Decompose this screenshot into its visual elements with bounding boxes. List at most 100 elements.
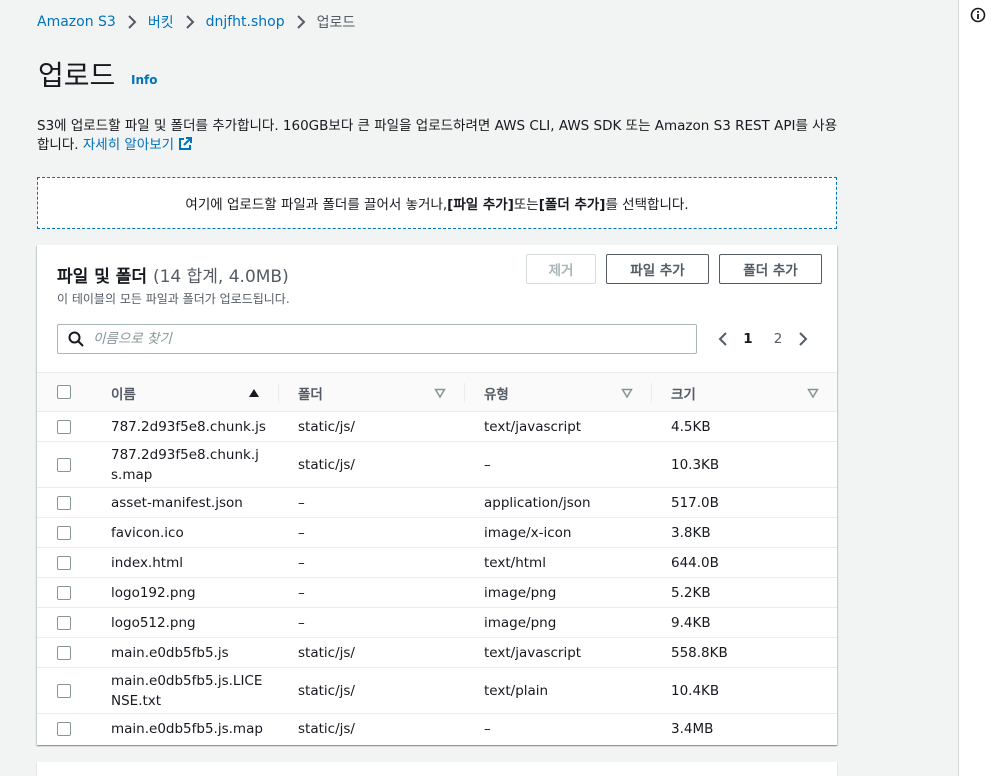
help-panel-rail: [958, 0, 998, 776]
dropzone-text-after: 를 선택합니다.: [605, 197, 689, 213]
cell-type: image/png: [484, 584, 557, 601]
panel-title-text: 파일 및 폴더: [57, 267, 148, 287]
cell-folder: static/js/: [298, 682, 355, 699]
cell-type: text/plain: [484, 682, 549, 699]
sort-icon[interactable]: [434, 387, 446, 399]
cell-name: main.e0db5fb5.js.LICENSE.txt: [111, 672, 263, 709]
chevron-right-icon: [799, 332, 808, 346]
table-row[interactable]: logo512.png – image/png 9.4KB: [37, 608, 837, 638]
table-row[interactable]: index.html – text/html 644.0B: [37, 548, 837, 578]
cell-type: text/javascript: [484, 644, 582, 661]
files-and-folders-panel: 파일 및 폴더 (14 합계, 4.0MB) 이 테이블의 모든 파일과 폴더가…: [37, 245, 837, 745]
table-row[interactable]: main.e0db5fb5.js.map static/js/ – 3.4MB: [37, 714, 837, 744]
sort-icon[interactable]: [621, 387, 633, 399]
breadcrumb-bucket-name[interactable]: dnjfht.shop: [206, 14, 285, 30]
upload-dropzone[interactable]: 여기에 업로드할 파일과 폴더를 끌어서 놓거나, [파일 추가] 또는 [폴더…: [37, 177, 837, 229]
column-header-folder[interactable]: 폴더: [298, 373, 323, 412]
table-row[interactable]: logo192.png – image/png 5.2KB: [37, 578, 837, 608]
cell-folder: static/js/: [298, 721, 355, 737]
cell-type: application/json: [484, 494, 591, 511]
cell-folder: –: [298, 494, 305, 511]
pagination: 1 2: [713, 328, 813, 350]
add-folder-button[interactable]: 폴더 추가: [719, 254, 822, 284]
page-description: S3에 업로드할 파일 및 폴더를 추가합니다. 160GB보다 큰 파일을 업…: [37, 117, 837, 157]
column-divider[interactable]: [464, 383, 465, 403]
table-row[interactable]: 787.2d93f5e8.chunk.js.map static/js/ – 1…: [37, 442, 837, 488]
page-1-button[interactable]: 1: [733, 331, 763, 347]
cell-size: 3.8KB: [671, 524, 711, 541]
cell-size: 558.8KB: [671, 644, 728, 661]
table-row[interactable]: asset-manifest.json – application/json 5…: [37, 488, 837, 518]
sort-ascending-icon[interactable]: [248, 387, 260, 399]
learn-more-link[interactable]: 자세히 알아보기: [83, 137, 193, 153]
dropzone-add-files: [파일 추가]: [447, 197, 514, 213]
add-files-button[interactable]: 파일 추가: [606, 254, 709, 284]
table-row[interactable]: favicon.ico – image/x-icon 3.8KB: [37, 518, 837, 548]
cell-folder: static/js/: [298, 418, 355, 435]
cell-name: logo512.png: [111, 614, 196, 631]
column-header-size[interactable]: 크기: [671, 373, 696, 412]
cell-name: 787.2d93f5e8.chunk.js: [111, 418, 266, 435]
table-row[interactable]: 787.2d93f5e8.chunk.js static/js/ text/ja…: [37, 412, 837, 442]
breadcrumb-current: 업로드: [316, 15, 356, 31]
breadcrumb: Amazon S3 버킷 dnjfht.shop 업로드: [37, 12, 355, 32]
sort-icon[interactable]: [807, 387, 819, 399]
breadcrumb-buckets[interactable]: 버킷: [148, 12, 174, 32]
dropzone-add-folder: [폴더 추가]: [538, 197, 606, 213]
row-checkbox[interactable]: [57, 722, 71, 736]
table-row[interactable]: main.e0db5fb5.js.LICENSE.txt static/js/ …: [37, 668, 837, 714]
cell-size: 10.4KB: [671, 682, 720, 699]
cell-folder: –: [298, 524, 305, 541]
column-header-type[interactable]: 유형: [484, 373, 509, 412]
next-page-button[interactable]: [793, 328, 813, 350]
row-checkbox[interactable]: [57, 458, 71, 472]
row-checkbox[interactable]: [57, 586, 71, 600]
page-title: 업로드: [38, 59, 116, 92]
select-all-checkbox[interactable]: [57, 385, 71, 399]
cell-name: index.html: [111, 554, 183, 571]
dropzone-text-middle: 또는: [513, 197, 539, 213]
table-row[interactable]: main.e0db5fb5.js static/js/ text/javascr…: [37, 638, 837, 668]
row-checkbox[interactable]: [57, 616, 71, 630]
table-header: 이름 폴더 유형 크기: [37, 372, 837, 412]
chevron-right-icon: [179, 12, 201, 32]
row-checkbox[interactable]: [57, 684, 71, 698]
column-header-name[interactable]: 이름: [111, 373, 136, 412]
breadcrumb-amazon-s3[interactable]: Amazon S3: [37, 14, 116, 30]
main-content: Amazon S3 버킷 dnjfht.shop 업로드 업로드 Info S3…: [0, 0, 958, 776]
cell-name: favicon.ico: [111, 524, 184, 541]
column-divider[interactable]: [651, 383, 652, 403]
previous-page-button[interactable]: [713, 328, 733, 350]
search-input[interactable]: [93, 331, 696, 347]
cell-size: 4.5KB: [671, 418, 711, 435]
chevron-right-icon: [290, 12, 312, 32]
column-divider[interactable]: [278, 383, 279, 403]
info-icon[interactable]: [970, 7, 986, 23]
remove-button[interactable]: 제거: [526, 254, 596, 284]
page-2-button[interactable]: 2: [763, 331, 793, 347]
row-checkbox[interactable]: [57, 496, 71, 510]
cell-type: image/png: [484, 614, 557, 631]
panel-title: 파일 및 폴더 (14 합계, 4.0MB): [57, 262, 289, 287]
row-checkbox[interactable]: [57, 526, 71, 540]
cell-name: 787.2d93f5e8.chunk.js.map: [111, 446, 259, 483]
table-body: 787.2d93f5e8.chunk.js static/js/ text/ja…: [37, 412, 837, 744]
cell-type: text/javascript: [484, 418, 582, 435]
row-checkbox[interactable]: [57, 420, 71, 434]
panel-subtitle: 이 테이블의 모든 파일과 폴더가 업로드됩니다.: [57, 292, 290, 306]
cell-type: image/x-icon: [484, 524, 572, 541]
cell-name: logo192.png: [111, 584, 196, 601]
cell-name: main.e0db5fb5.js: [111, 644, 229, 661]
cell-type: –: [484, 456, 491, 473]
search-icon: [68, 331, 84, 347]
row-checkbox[interactable]: [57, 646, 71, 660]
cell-name: main.e0db5fb5.js.map: [111, 721, 263, 737]
dropzone-text-before: 여기에 업로드할 파일과 폴더를 끌어서 놓거나,: [185, 197, 448, 213]
cell-folder: –: [298, 614, 305, 631]
cell-folder: static/js/: [298, 644, 355, 661]
cell-name: asset-manifest.json: [111, 494, 243, 511]
cell-folder: –: [298, 554, 305, 571]
external-link-icon: [178, 137, 193, 157]
info-link[interactable]: Info: [131, 73, 157, 87]
row-checkbox[interactable]: [57, 556, 71, 570]
